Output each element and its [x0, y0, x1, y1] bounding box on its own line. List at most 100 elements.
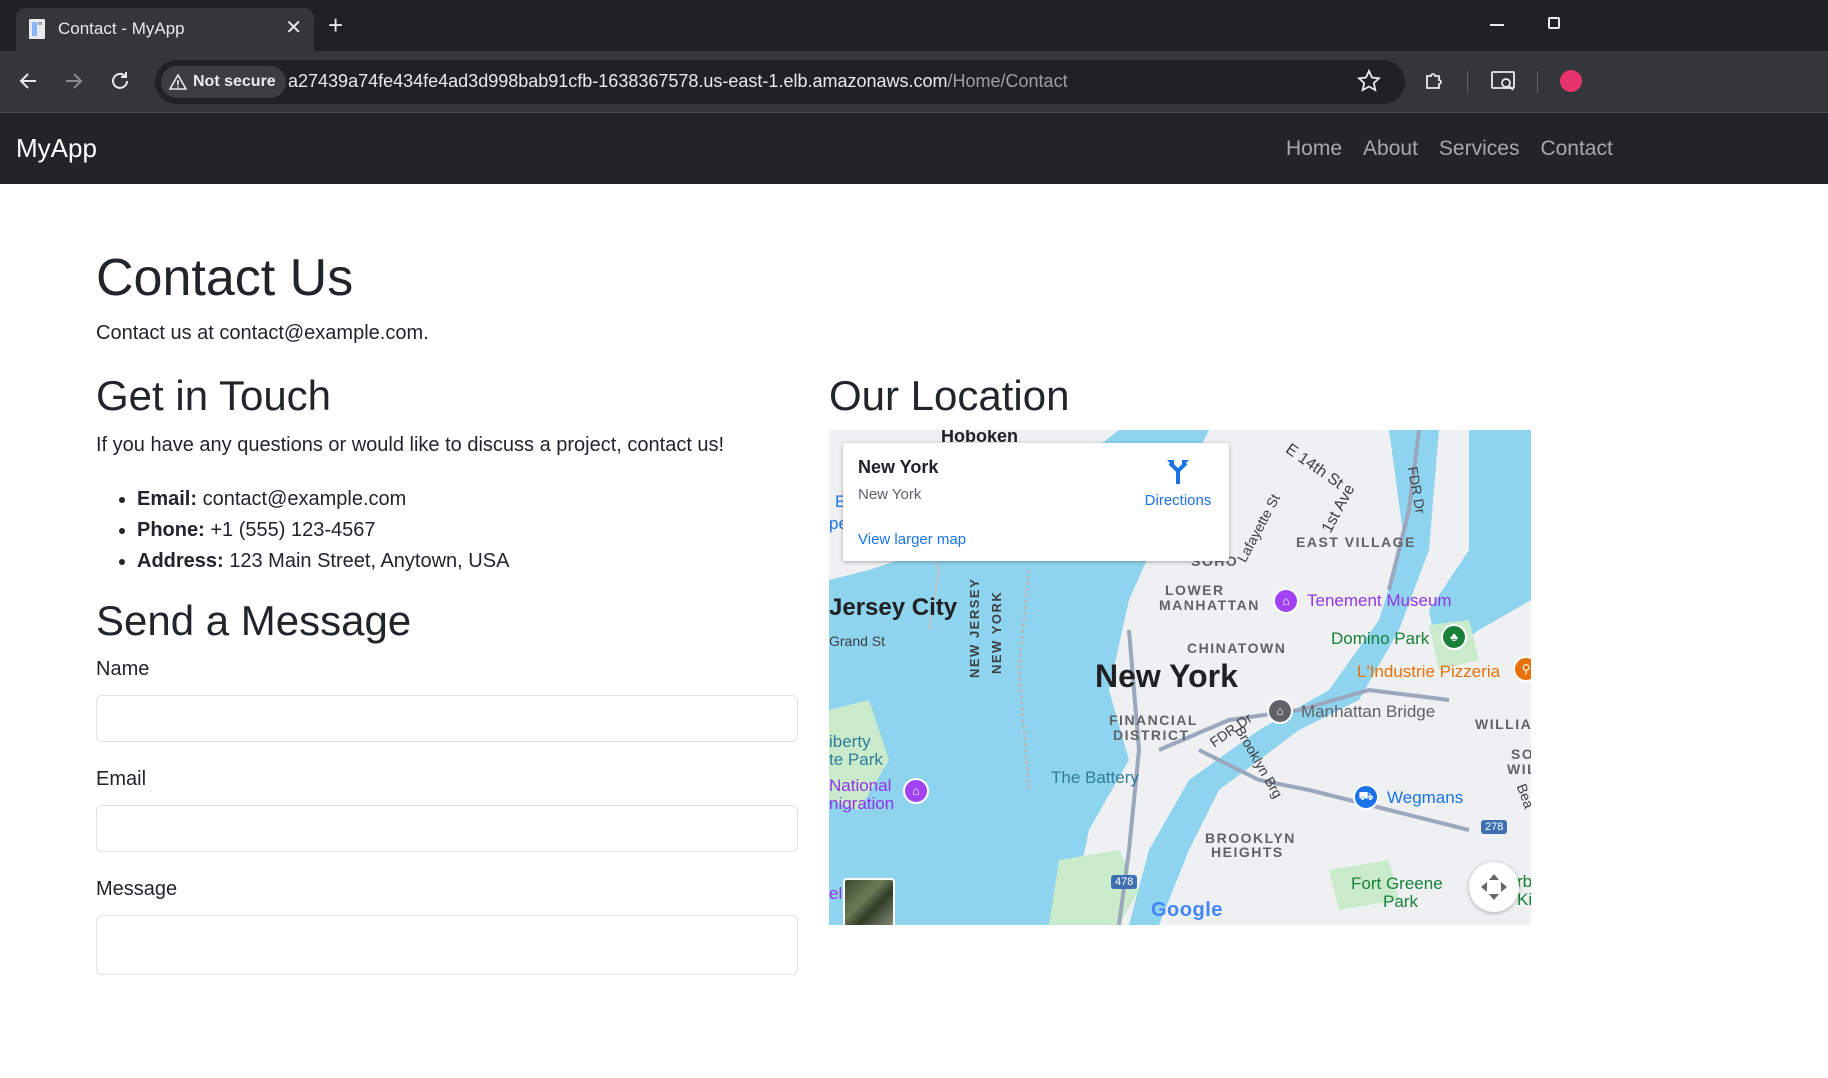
map-label-i278: 278	[1481, 820, 1508, 834]
page-title: Contact Us	[96, 249, 354, 307]
site-navbar: MyApp Home About Services Contact	[0, 113, 1828, 184]
map-label-wegmans[interactable]: Wegmans	[1387, 788, 1463, 808]
reload-icon[interactable]	[104, 65, 136, 97]
map-label-national-2: nigration	[829, 794, 895, 813]
map-label-new-york: New York	[1095, 658, 1238, 694]
email-field[interactable]	[96, 805, 798, 852]
directions-label: Directions	[1144, 492, 1212, 509]
map-label-rb: rb	[1517, 872, 1531, 891]
map-label-battery: The Battery	[1051, 768, 1139, 787]
security-label: Not secure	[193, 73, 276, 90]
back-icon[interactable]	[12, 65, 44, 97]
message-label: Message	[96, 878, 178, 900]
nav-link-about[interactable]: About	[1363, 137, 1418, 161]
nav-link-contact[interactable]: Contact	[1540, 137, 1612, 161]
map-label-financial-1: FINANCIAL	[1109, 712, 1198, 728]
satellite-toggle[interactable]	[843, 878, 895, 925]
info-label: Email:	[137, 488, 198, 510]
tab-title: Contact - MyApp	[58, 19, 185, 38]
url-path: /Home/Contact	[947, 71, 1068, 91]
toolbar-divider	[1467, 71, 1468, 93]
browser-tabbar: Contact - MyApp ✕ +	[0, 0, 1828, 51]
fullscreen-icon	[1481, 874, 1507, 900]
info-value: 123 Main Street, Anytown, USA	[223, 550, 510, 572]
map-label-lindustrie[interactable]: L'Industrie Pizzeria	[1357, 662, 1500, 682]
name-label: Name	[96, 658, 150, 680]
map-card-subtitle: New York	[858, 486, 922, 503]
brand-link[interactable]: MyApp	[16, 133, 97, 164]
new-tab-icon[interactable]: +	[328, 12, 343, 38]
directions-button[interactable]: Directions	[1136, 457, 1220, 509]
map-label-grand-st: Grand St	[829, 633, 886, 649]
security-chip[interactable]: Not secure	[161, 66, 286, 98]
our-location-heading: Our Location	[829, 372, 1070, 419]
museum-pin-icon[interactable]: ⌂	[1273, 588, 1299, 614]
map-label-brooklyn-h2: HEIGHTS	[1211, 844, 1284, 860]
map-card-title: New York	[858, 457, 939, 477]
cast-search-icon[interactable]	[1490, 69, 1516, 93]
nav-link-services[interactable]: Services	[1439, 137, 1520, 161]
map-label-lower-1: LOWER	[1165, 582, 1225, 598]
map-label-ki: Ki	[1517, 890, 1531, 909]
map-label-fort-greene-2: Park	[1383, 892, 1418, 911]
url-text[interactable]: a27439a74fe434fe4ad3d998bab91cfb-1638367…	[288, 71, 1068, 92]
map-label-east-village: EAST VILLAGE	[1296, 534, 1416, 550]
map-label-nj: NEW JERSEY	[967, 577, 982, 678]
map-info-card: New York New York View larger map Direct…	[843, 443, 1229, 561]
bridge-pin-icon[interactable]: ⌂	[1267, 698, 1293, 724]
contact-lead-text: Contact us at contact@example.com.	[96, 322, 429, 344]
address-bar[interactable]: Not secure a27439a74fe434fe4ad3d998bab91…	[155, 60, 1405, 104]
map-label-tenement[interactable]: Tenement Museum	[1307, 591, 1452, 611]
extensions-puzzle-icon[interactable]	[1423, 69, 1447, 93]
get-in-touch-heading: Get in Touch	[96, 372, 332, 419]
info-label: Address:	[137, 550, 224, 572]
toolbar-divider	[1537, 71, 1538, 93]
map-label-ny: NEW YORK	[989, 590, 1004, 674]
message-field[interactable]	[96, 915, 798, 975]
shopping-pin-icon[interactable]: ⛟	[1353, 784, 1379, 810]
name-field[interactable]	[96, 695, 798, 742]
nav-links: Home About Services Contact	[1286, 137, 1613, 161]
list-item: Email: contact@example.com	[137, 484, 509, 515]
list-item: Address: 123 Main Street, Anytown, USA	[137, 546, 509, 577]
map-label-liberty-1: iberty	[829, 732, 871, 751]
minimize-window-icon[interactable]	[1490, 24, 1504, 26]
email-label: Email	[96, 768, 147, 790]
map-fullscreen-button[interactable]	[1469, 862, 1519, 912]
map-label-jersey-city: Jersey City	[829, 594, 958, 621]
map-label-manhattan-bridge[interactable]: Manhattan Bridge	[1301, 702, 1435, 722]
map-label-chinatown: CHINATOWN	[1187, 640, 1287, 656]
warning-icon	[169, 74, 187, 90]
google-logo: Google	[1151, 899, 1223, 921]
map-label-domino[interactable]: Domino Park	[1331, 629, 1429, 649]
info-label: Phone:	[137, 519, 205, 541]
embedded-map[interactable]: Hoboken E 14th St 1st Ave FDR Dr EAST VI…	[829, 430, 1531, 925]
tab-close-icon[interactable]: ✕	[285, 16, 302, 40]
send-message-heading: Send a Message	[96, 597, 412, 644]
nav-link-home[interactable]: Home	[1286, 137, 1342, 161]
forward-icon[interactable]	[58, 65, 90, 97]
browser-tab[interactable]: Contact - MyApp ✕	[16, 8, 314, 51]
map-label-willia: WILLIA	[1507, 761, 1531, 777]
map-label-national-1: National	[829, 776, 892, 795]
bookmark-star-icon[interactable]	[1357, 69, 1381, 93]
get-in-touch-intro: If you have any questions or would like …	[96, 434, 725, 456]
browser-toolbar: Not secure a27439a74fe434fe4ad3d998bab91…	[0, 51, 1828, 113]
map-label-lower-2: MANHATTAN	[1159, 597, 1260, 613]
map-label-financial-2: DISTRICT	[1113, 727, 1190, 743]
map-label-liberty-2: te Park	[829, 750, 883, 769]
profile-avatar[interactable]	[1560, 70, 1582, 92]
map-label-fort-greene-1: Fort Greene	[1351, 874, 1443, 893]
park-pin-icon[interactable]: ♣	[1441, 624, 1467, 650]
page-favicon-icon	[29, 19, 45, 39]
restore-window-icon[interactable]	[1548, 17, 1560, 29]
map-label-williamsburg: WILLIAI	[1475, 716, 1531, 732]
map-label-el-left: el	[829, 884, 843, 903]
map-label-i478: 478	[1111, 875, 1138, 889]
map-label-so: SO	[1511, 746, 1531, 762]
museum-pin-icon[interactable]: ⌂	[903, 778, 929, 804]
url-host: a27439a74fe434fe4ad3d998bab91cfb-1638367…	[288, 71, 948, 91]
info-value: +1 (555) 123-4567	[204, 519, 376, 541]
directions-icon	[1167, 460, 1189, 484]
view-larger-map-link[interactable]: View larger map	[858, 531, 966, 548]
